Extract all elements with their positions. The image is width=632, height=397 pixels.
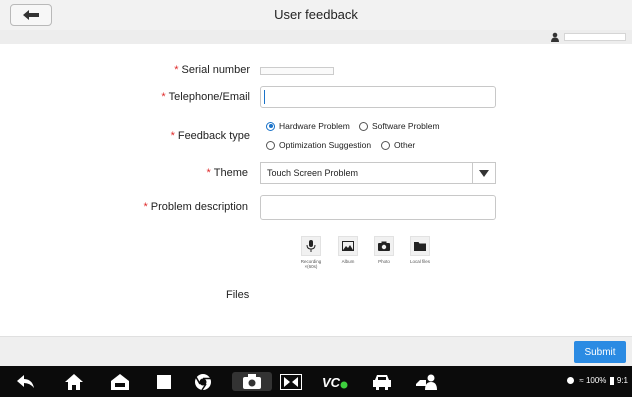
recent-apps-icon[interactable]	[152, 372, 176, 391]
radio-selected-icon	[266, 121, 275, 131]
dropdown-arrow-icon[interactable]	[472, 163, 495, 183]
folder-icon[interactable]	[410, 236, 430, 256]
browser-icon[interactable]	[191, 372, 215, 391]
required-mark: *	[170, 130, 175, 142]
recording-button[interactable]: Recording ×(60s)	[291, 236, 331, 269]
radio-unselected-icon	[359, 121, 368, 131]
local-files-caption: Local files	[409, 259, 430, 264]
screen-record-icon[interactable]	[278, 372, 304, 391]
local-files-button[interactable]: Local files	[400, 236, 440, 264]
microphone-icon[interactable]	[301, 236, 321, 256]
contact-input[interactable]	[260, 86, 496, 108]
files-label: Files	[226, 289, 250, 301]
page-title: User feedback	[274, 7, 358, 22]
problem-description-input[interactable]	[260, 195, 496, 220]
serial-number-value	[260, 67, 334, 75]
required-mark: *	[161, 91, 166, 103]
system-taskbar: VC ≈ 100% 9:1	[0, 366, 632, 397]
vci-icon[interactable]: VC	[320, 372, 350, 391]
contact-label: * Telephone/Email	[161, 91, 250, 103]
required-mark: *	[143, 201, 148, 213]
theme-selected-value: Touch Screen Problem	[267, 168, 359, 178]
car-icon[interactable]	[370, 372, 394, 391]
vehicle-home-icon[interactable]	[108, 372, 132, 391]
theme-label: * Theme	[206, 167, 248, 179]
radio-unselected-icon	[266, 140, 275, 150]
recording-caption: Recording ×(60s)	[300, 259, 322, 269]
status-indicators: ≈ 100% 9:1	[567, 376, 628, 385]
camera-icon[interactable]	[374, 236, 394, 256]
battery-icon	[609, 376, 614, 385]
submit-button[interactable]: Submit	[574, 341, 626, 363]
screenshot-icon[interactable]	[232, 372, 272, 391]
radio-optimization-suggestion[interactable]: Optimization Suggestion	[266, 140, 371, 150]
radio-software-problem[interactable]: Software Problem	[359, 121, 440, 131]
album-icon[interactable]	[338, 236, 358, 256]
user-account-field	[564, 33, 626, 41]
title-bar: User feedback	[0, 0, 632, 31]
action-bar: Submit	[0, 336, 632, 367]
album-button[interactable]: Album	[328, 236, 368, 264]
svg-text:VC: VC	[322, 375, 341, 389]
user-bar	[0, 30, 632, 44]
back-icon[interactable]	[14, 372, 38, 391]
photo-caption: Photo	[378, 259, 390, 264]
user-icon	[551, 32, 559, 42]
home-icon[interactable]	[62, 372, 86, 391]
user-icon[interactable]	[414, 372, 440, 391]
wifi-icon: ≈	[579, 376, 584, 385]
radio-hardware-problem[interactable]: Hardware Problem	[266, 121, 350, 131]
clock: 9:1	[616, 376, 628, 385]
photo-button[interactable]: Photo	[364, 236, 404, 264]
text-caret	[264, 90, 265, 104]
required-mark: *	[206, 167, 211, 179]
radio-unselected-icon	[381, 140, 390, 150]
album-caption: Album	[341, 259, 355, 264]
battery-level: 100%	[585, 376, 607, 385]
radio-other[interactable]: Other	[381, 140, 415, 150]
required-mark: *	[174, 64, 179, 76]
theme-select[interactable]: Touch Screen Problem	[260, 162, 496, 184]
feedback-type-label: * Feedback type	[170, 130, 250, 142]
serial-number-label: * Serial number	[174, 64, 250, 76]
problem-description-label: * Problem description	[143, 201, 249, 213]
notification-icon	[567, 377, 575, 385]
